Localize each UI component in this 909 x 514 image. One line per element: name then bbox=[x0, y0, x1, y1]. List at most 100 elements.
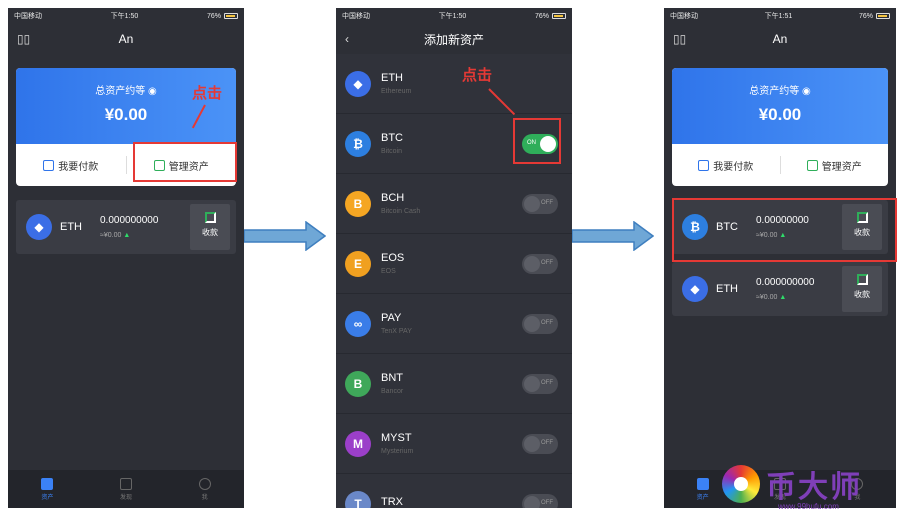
coin-icon: ∞ bbox=[345, 310, 371, 337]
pay-label: 我要付款 bbox=[58, 161, 99, 173]
toggle-knob bbox=[524, 376, 540, 392]
manage-label: 管理资产 bbox=[821, 161, 862, 173]
pay-button[interactable]: 我要付款 bbox=[16, 158, 126, 173]
asset-list-item: E EOS EOS OFF bbox=[336, 234, 572, 294]
pay-button[interactable]: 我要付款 bbox=[672, 158, 780, 173]
asset-toggle[interactable]: OFF bbox=[522, 374, 558, 394]
asset-toggle[interactable]: OFF bbox=[522, 494, 558, 508]
tab-label: 资产 bbox=[696, 494, 709, 501]
pay-icon bbox=[43, 159, 55, 171]
phone-add-asset: 中国移动 下午1:50 76% ‹ 添加新资产 ◆ ETH Ethereum ₿… bbox=[336, 8, 572, 508]
toggle-knob bbox=[524, 496, 540, 508]
back-chevron-icon[interactable]: ‹ bbox=[345, 32, 349, 46]
asset-name: Mysterium bbox=[381, 448, 414, 455]
status-bar: 中国移动 下午1:50 76% bbox=[336, 8, 572, 24]
up-arrow-icon: ▲ bbox=[123, 232, 131, 239]
coin-icon: B bbox=[345, 190, 371, 217]
scan-icon[interactable]: ▯▯ bbox=[17, 32, 30, 46]
receive-button[interactable]: 收款 bbox=[842, 266, 882, 312]
asset-list-item: ∞ PAY TenX PAY OFF bbox=[336, 294, 572, 354]
wallet-title: An bbox=[772, 32, 788, 46]
receive-button[interactable]: 收款 bbox=[190, 204, 230, 250]
tab-label: 资产 bbox=[41, 494, 54, 501]
toggle-knob bbox=[524, 196, 540, 212]
clock: 下午1:50 bbox=[110, 13, 139, 20]
asset-symbol: ETH bbox=[60, 221, 82, 233]
nav-bar: ▯▯ An bbox=[8, 24, 244, 54]
toggle-knob bbox=[524, 316, 540, 332]
highlight-btc-row bbox=[672, 198, 897, 262]
wallet-icon bbox=[696, 477, 709, 490]
status-bar: 中国移动 下午1:51 76% bbox=[664, 8, 896, 24]
manage-assets-button[interactable]: 管理资产 bbox=[781, 158, 889, 173]
asset-name: Bitcoin bbox=[381, 148, 403, 155]
asset-fiat: ≈¥0.00 bbox=[756, 294, 778, 301]
qr-icon bbox=[856, 274, 868, 285]
up-arrow-icon: ▲ bbox=[779, 294, 787, 301]
asset-name: Bancor bbox=[381, 388, 404, 395]
asset-amount: 0.000000000 bbox=[756, 277, 815, 288]
balance-card: 总资产约等 ◉ ¥0.00 我要付款 管理资产 bbox=[672, 68, 888, 186]
asset-symbol: TRX bbox=[381, 495, 403, 508]
toggle-label: OFF bbox=[541, 380, 553, 386]
toggle-label: OFF bbox=[541, 320, 553, 326]
wallet-title: An bbox=[118, 32, 134, 46]
asset-list-item: T TRX OFF bbox=[336, 474, 572, 508]
asset-symbol: PAY bbox=[381, 312, 402, 324]
asset-row-eth[interactable]: ◆ ETH 0.000000000 ≈¥0.00 ▲ 收款 bbox=[672, 262, 888, 316]
discover-icon bbox=[120, 477, 132, 490]
eth-coin-icon: ◆ bbox=[26, 214, 52, 240]
toggle-knob bbox=[524, 436, 540, 452]
tab-label: 发现 bbox=[120, 494, 133, 501]
battery-icon bbox=[875, 13, 890, 19]
asset-symbol: MYST bbox=[381, 432, 412, 444]
asset-symbol: BTC bbox=[381, 132, 403, 144]
watermark-url: www.99hufu.com bbox=[778, 502, 839, 511]
asset-symbol: EOS bbox=[381, 252, 405, 264]
clock: 下午1:51 bbox=[764, 13, 793, 20]
tab-discover[interactable]: 发现 bbox=[87, 470, 166, 508]
asset-toggle[interactable]: OFF bbox=[522, 434, 558, 454]
highlight-btc-toggle bbox=[513, 118, 561, 164]
asset-fiat: ≈¥0.00 bbox=[100, 232, 122, 239]
toggle-label: OFF bbox=[541, 260, 553, 266]
toggle-label: OFF bbox=[541, 440, 553, 446]
asset-name: EOS bbox=[381, 268, 396, 275]
tab-me[interactable]: 我 bbox=[165, 470, 244, 508]
carrier: 中国移动 bbox=[14, 13, 42, 20]
total-label: 总资产约等 bbox=[749, 86, 800, 97]
asset-row-eth[interactable]: ◆ ETH 0.000000000 ≈¥0.00 ▲ 收款 bbox=[16, 200, 236, 254]
asset-toggle[interactable]: OFF bbox=[522, 254, 558, 274]
scan-icon[interactable]: ▯▯ bbox=[673, 32, 686, 46]
asset-name: Ethereum bbox=[381, 88, 412, 95]
coin-icon: E bbox=[345, 250, 371, 277]
toggle-knob bbox=[524, 256, 540, 272]
clock: 下午1:50 bbox=[438, 13, 467, 20]
tab-assets[interactable]: 资产 bbox=[8, 470, 87, 508]
user-icon bbox=[198, 477, 211, 490]
watermark-logo-icon bbox=[722, 465, 760, 503]
toggle-label: OFF bbox=[541, 200, 553, 206]
asset-symbol: ETH bbox=[381, 72, 403, 84]
nav-bar: ▯▯ An bbox=[664, 24, 896, 54]
flow-arrow-1 bbox=[244, 221, 326, 251]
qr-icon bbox=[204, 212, 216, 223]
asset-toggle[interactable]: OFF bbox=[522, 194, 558, 214]
eye-icon[interactable]: ◉ bbox=[802, 86, 811, 97]
asset-name: TenX PAY bbox=[381, 328, 412, 335]
page-title: 添加新资产 bbox=[423, 32, 484, 47]
asset-toggle[interactable]: OFF bbox=[522, 314, 558, 334]
receive-label: 收款 bbox=[202, 228, 218, 237]
asset-list-item: M MYST Mysterium OFF bbox=[336, 414, 572, 474]
asset-list-item: ◆ ETH Ethereum bbox=[336, 54, 572, 114]
coin-icon: M bbox=[345, 430, 371, 457]
wallet-icon bbox=[41, 477, 54, 490]
nav-bar: ‹ 添加新资产 bbox=[336, 24, 572, 54]
battery-icon bbox=[223, 13, 238, 19]
asset-amount: 0.000000000 bbox=[100, 215, 159, 226]
asset-list-item: B BNT Bancor OFF bbox=[336, 354, 572, 414]
receive-label: 收款 bbox=[854, 290, 870, 299]
pay-label: 我要付款 bbox=[713, 161, 754, 173]
eye-icon[interactable]: ◉ bbox=[148, 86, 157, 97]
coin-icon: ◆ bbox=[345, 70, 371, 97]
